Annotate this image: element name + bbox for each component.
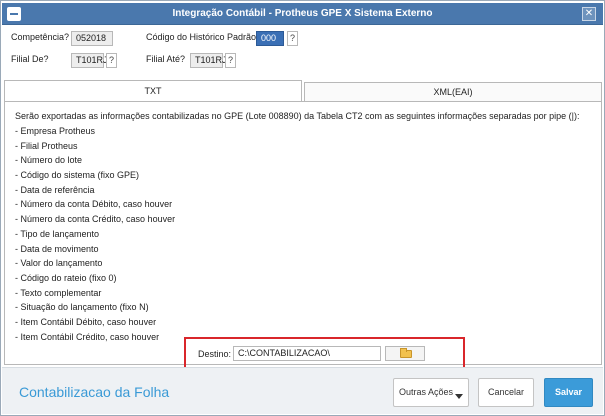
tab-txt[interactable]: TXT: [4, 80, 302, 102]
list-item: - Data de referência: [15, 184, 95, 195]
filial-ate-lookup-button[interactable]: ?: [225, 53, 236, 68]
export-fields-list: - Empresa Protheus - Filial Protheus - N…: [15, 124, 175, 344]
list-item: - Código do rateio (fixo 0): [15, 272, 117, 283]
codigo-historico-label: Código do Histórico Padrão:: [146, 32, 259, 42]
outras-acoes-button[interactable]: Outras Ações: [393, 378, 469, 407]
filial-ate-field[interactable]: T101RJ: [190, 53, 227, 68]
filial-de-field[interactable]: T101RJ: [71, 53, 108, 68]
codigo-historico-lookup-button[interactable]: ?: [287, 31, 298, 46]
close-button[interactable]: ✕: [582, 7, 596, 21]
routine-name: Contabilizacao da Folha: [19, 384, 170, 400]
list-item: - Item Contábil Crédito, caso houver: [15, 331, 160, 342]
list-item: - Código do sistema (fixo GPE): [15, 170, 140, 181]
tab-bar: TXT XML(EAI): [4, 80, 602, 102]
filial-de-label: Filial De?: [11, 54, 49, 64]
list-item: - Número da conta Débito, caso houver: [15, 199, 173, 210]
competencia-field[interactable]: 052018: [71, 31, 113, 46]
outras-acoes-label: Outras Ações: [398, 387, 454, 397]
tab-xml-eai[interactable]: XML(EAI): [304, 82, 602, 102]
cancel-button[interactable]: Cancelar: [478, 378, 534, 407]
list-item: - Situação do lançamento (fixo N): [15, 302, 149, 313]
list-item: - Empresa Protheus: [15, 126, 96, 136]
list-item: - Data de movimento: [15, 243, 99, 254]
list-item: - Número do lote: [15, 155, 83, 166]
list-item: - Valor do lançamento: [15, 258, 103, 269]
tab-content-panel: Serão exportadas as informações contabil…: [4, 101, 602, 365]
destino-highlight-frame: [184, 337, 465, 370]
export-description: Serão exportadas as informações contabil…: [15, 111, 580, 121]
window-title: Integração Contábil - Protheus GPE X Sis…: [172, 8, 433, 19]
list-item: - Tipo de lançamento: [15, 228, 100, 239]
filial-ate-label: Filial Até?: [146, 54, 186, 64]
competencia-label: Competência?: [11, 32, 70, 42]
codigo-historico-field[interactable]: 000: [256, 31, 284, 46]
title-bar: Integração Contábil - Protheus GPE X Sis…: [2, 3, 603, 25]
integration-dialog: Integração Contábil - Protheus GPE X Sis…: [0, 0, 605, 416]
filial-de-lookup-button[interactable]: ?: [106, 53, 117, 68]
list-item: - Item Contábil Débito, caso houver: [15, 316, 157, 327]
chevron-down-icon: [455, 394, 463, 399]
save-button[interactable]: Salvar: [544, 378, 593, 407]
list-item: - Filial Protheus: [15, 140, 78, 151]
list-item: - Texto complementar: [15, 287, 102, 298]
list-item: - Número da conta Crédito, caso houver: [15, 214, 176, 225]
footer-bar: Contabilizacao da Folha Outras Ações Can…: [2, 367, 603, 414]
